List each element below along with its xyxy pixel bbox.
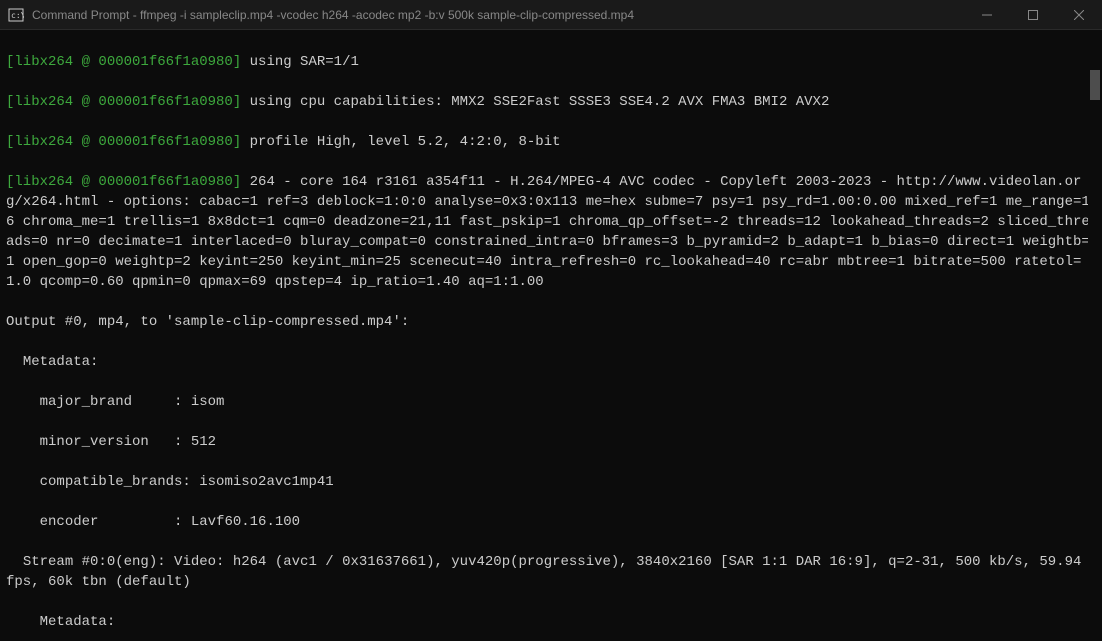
libx264-tag: [libx264 @ 000001f66f1a0980]: [6, 94, 241, 110]
output-line: [libx264 @ 000001f66f1a0980] using SAR=1…: [6, 52, 1096, 72]
output-text: using SAR=1/1: [241, 54, 359, 70]
output-text: using cpu capabilities: MMX2 SSE2Fast SS…: [241, 94, 829, 110]
svg-text:c:\: c:\: [11, 11, 24, 20]
libx264-tag: [libx264 @ 000001f66f1a0980]: [6, 174, 241, 190]
output-line: [libx264 @ 000001f66f1a0980] 264 - core …: [6, 172, 1096, 292]
window-controls: [964, 0, 1102, 29]
libx264-tag: [libx264 @ 000001f66f1a0980]: [6, 54, 241, 70]
output-line: Stream #0:0(eng): Video: h264 (avc1 / 0x…: [6, 552, 1096, 592]
output-line: Metadata:: [6, 352, 1096, 372]
output-line: compatible_brands: isomiso2avc1mp41: [6, 472, 1096, 492]
maximize-button[interactable]: [1010, 0, 1056, 29]
output-line: [libx264 @ 000001f66f1a0980] profile Hig…: [6, 132, 1096, 152]
output-line: Output #0, mp4, to 'sample-clip-compress…: [6, 312, 1096, 332]
close-button[interactable]: [1056, 0, 1102, 29]
cmd-icon: c:\: [8, 7, 24, 23]
output-line: major_brand : isom: [6, 392, 1096, 412]
vertical-scrollbar[interactable]: [1088, 30, 1102, 641]
output-line: encoder : Lavf60.16.100: [6, 512, 1096, 532]
output-text: profile High, level 5.2, 4:2:0, 8-bit: [241, 134, 560, 150]
terminal-output[interactable]: [libx264 @ 000001f66f1a0980] using SAR=1…: [0, 30, 1102, 641]
window-title: Command Prompt - ffmpeg -i sampleclip.mp…: [32, 8, 964, 22]
libx264-tag: [libx264 @ 000001f66f1a0980]: [6, 134, 241, 150]
output-line: minor_version : 512: [6, 432, 1096, 452]
window-titlebar: c:\ Command Prompt - ffmpeg -i samplecli…: [0, 0, 1102, 30]
output-line: [libx264 @ 000001f66f1a0980] using cpu c…: [6, 92, 1096, 112]
output-line: Metadata:: [6, 612, 1096, 632]
minimize-button[interactable]: [964, 0, 1010, 29]
scrollbar-thumb[interactable]: [1090, 70, 1100, 100]
output-text: 264 - core 164 r3161 a354f11 - H.264/MPE…: [6, 174, 1090, 290]
